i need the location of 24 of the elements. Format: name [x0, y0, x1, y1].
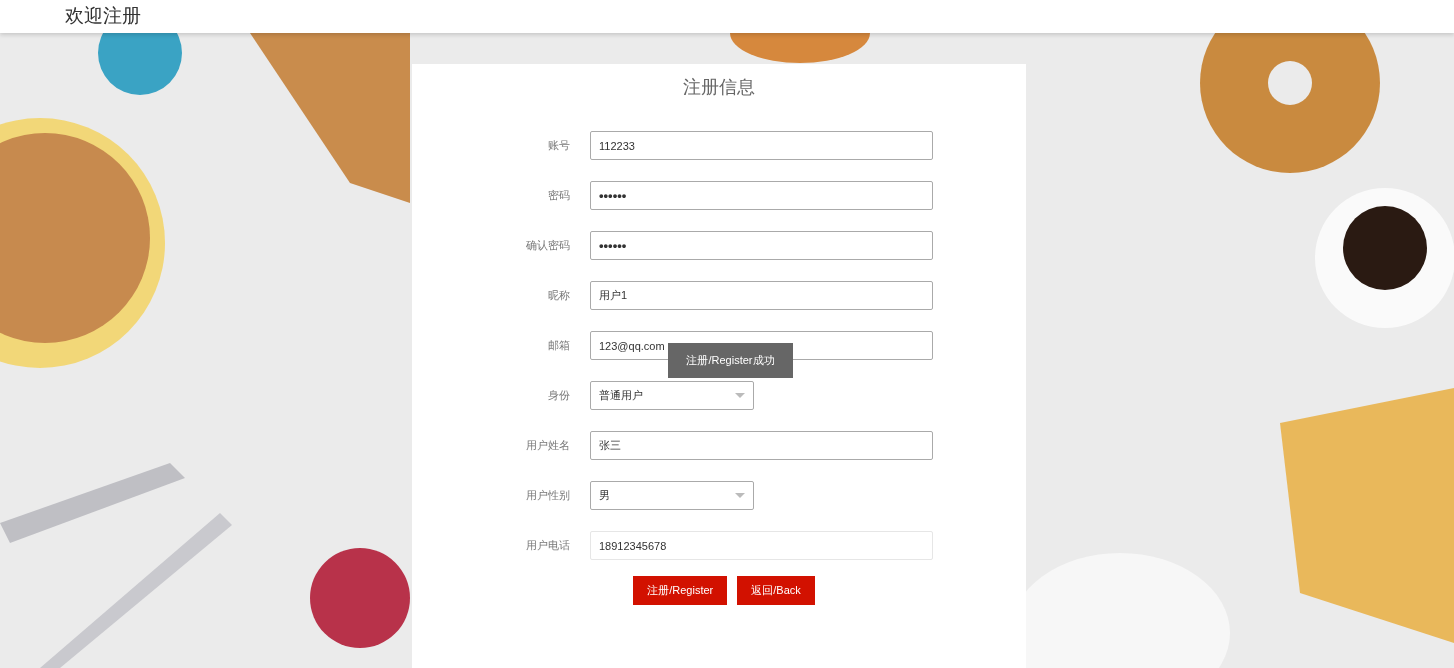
- input-field[interactable]: 用户1: [590, 281, 933, 310]
- input-field[interactable]: 112233: [590, 131, 933, 160]
- field-label: 用户电话: [526, 539, 570, 552]
- form-title: 注册信息: [683, 77, 755, 97]
- toast-message: 注册/Register成功: [668, 343, 793, 378]
- field-label: 确认密码: [526, 239, 570, 252]
- register-button[interactable]: 注册/Register: [633, 576, 728, 605]
- field-label: 账号: [548, 139, 570, 152]
- input-field[interactable]: 张三: [590, 431, 933, 460]
- dropdown[interactable]: 男: [590, 481, 754, 510]
- dropdown[interactable]: 普通用户: [590, 381, 754, 410]
- page-title: 欢迎注册: [65, 4, 141, 29]
- password-field[interactable]: ••••••: [590, 181, 933, 210]
- back-button[interactable]: 返回/Back: [737, 576, 815, 605]
- field-label: 用户姓名: [526, 439, 570, 452]
- field-label: 昵称: [548, 289, 570, 302]
- caret-icon: [735, 393, 745, 398]
- field-label: 密码: [548, 189, 570, 202]
- password-field[interactable]: ••••••: [590, 231, 933, 260]
- input-field[interactable]: 18912345678: [590, 531, 933, 560]
- field-label: 身份: [548, 389, 570, 402]
- field-label: 用户性别: [526, 489, 570, 502]
- field-label: 邮箱: [548, 339, 570, 352]
- caret-icon: [735, 493, 745, 498]
